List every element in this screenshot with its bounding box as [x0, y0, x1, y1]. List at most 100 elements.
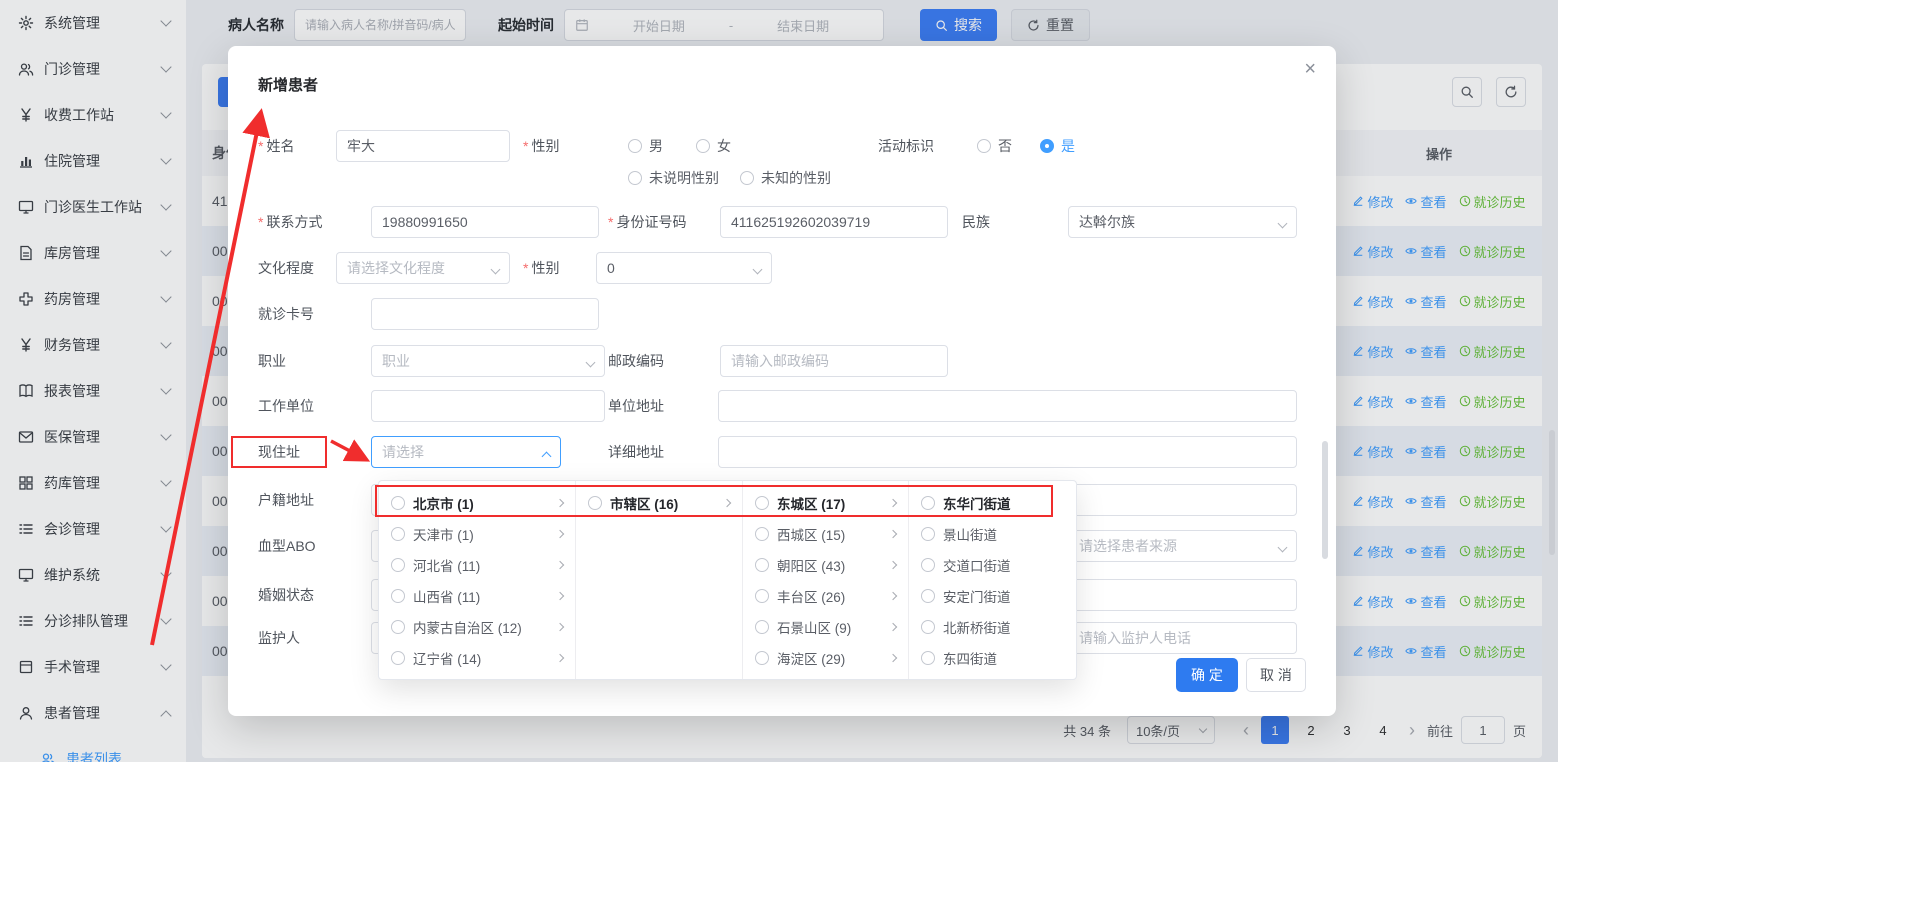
- cascader-street-option[interactable]: 东四街道: [909, 642, 1076, 673]
- cascader-district-option[interactable]: 东城区 (17): [743, 487, 908, 518]
- contact-input[interactable]: [371, 206, 599, 238]
- chevron-right-icon: [889, 498, 897, 506]
- chevron-down-icon: [1278, 543, 1288, 553]
- radio-icon: [391, 589, 405, 603]
- name-input[interactable]: [336, 130, 510, 162]
- cascader-province-option[interactable]: 河北省 (11): [379, 549, 575, 580]
- chevron-right-icon: [723, 498, 731, 506]
- work-unit-input[interactable]: [371, 390, 605, 422]
- cascader-city-option[interactable]: 市辖区 (16): [576, 487, 742, 518]
- cascader-district-option[interactable]: 海淀区 (29): [743, 642, 908, 673]
- cascader-street-column: 东华门街道 景山街道 交道口街道 安定门街道 北新桥街道 东四街道: [909, 481, 1076, 679]
- unit-address-label: 单位地址: [608, 390, 664, 422]
- gender-label: *性别: [523, 130, 559, 162]
- radio-icon: [921, 589, 935, 603]
- chevron-right-icon: [556, 591, 564, 599]
- postal-code-label: 邮政编码: [608, 345, 664, 377]
- radio-icon: [755, 589, 769, 603]
- id-number-input[interactable]: [720, 206, 948, 238]
- cascader-province-option[interactable]: 北京市 (1): [379, 487, 575, 518]
- id-number-label: *身份证号码: [608, 206, 686, 238]
- modal-scrollbar-thumb[interactable]: [1322, 441, 1328, 559]
- education-label: 文化程度: [258, 252, 314, 284]
- radio-icon: [921, 620, 935, 634]
- chevron-right-icon: [556, 498, 564, 506]
- guardian-phone-input[interactable]: [1068, 622, 1297, 654]
- radio-icon: [391, 527, 405, 541]
- radio-icon: [588, 496, 602, 510]
- cascader-street-option[interactable]: 景山街道: [909, 518, 1076, 549]
- gender-code-label: *性别: [523, 252, 559, 284]
- ethnicity-label: 民族: [962, 206, 990, 238]
- cascader-province-option[interactable]: 辽宁省 (14): [379, 642, 575, 673]
- chevron-right-icon: [889, 529, 897, 537]
- chevron-right-icon: [556, 560, 564, 568]
- confirm-button[interactable]: 确 定: [1176, 658, 1238, 692]
- radio-icon: [755, 496, 769, 510]
- patient-source-select[interactable]: 请选择患者来源: [1068, 530, 1297, 562]
- marital-extra-input[interactable]: [1068, 579, 1297, 611]
- contact-label: *联系方式: [258, 206, 322, 238]
- cascader-street-option[interactable]: 东华门街道: [909, 487, 1076, 518]
- cascader-district-option[interactable]: 石景山区 (9): [743, 611, 908, 642]
- radio-icon: [391, 558, 405, 572]
- cascader-province-option[interactable]: 山西省 (11): [379, 580, 575, 611]
- gender-radio-male[interactable]: 男: [628, 130, 663, 162]
- marital-status-label: 婚姻状态: [258, 579, 314, 611]
- current-address-label: 现住址: [258, 436, 300, 468]
- gender-radio-unknown[interactable]: 未知的性别: [740, 162, 831, 194]
- chevron-up-icon: [542, 452, 552, 462]
- occupation-select[interactable]: 职业: [371, 345, 605, 377]
- cancel-button[interactable]: 取 消: [1246, 658, 1306, 692]
- cascader-city-column: 市辖区 (16): [576, 481, 743, 679]
- address-cascader-dropdown: 北京市 (1) 天津市 (1) 河北省 (11) 山西省 (11) 内蒙古自治区…: [378, 480, 1077, 680]
- chevron-down-icon: [1278, 219, 1288, 229]
- work-unit-label: 工作单位: [258, 390, 314, 422]
- blood-type-label: 血型ABO: [258, 530, 316, 562]
- cascader-district-option[interactable]: 朝阳区 (43): [743, 549, 908, 580]
- gender-radio-unstated[interactable]: 未说明性别: [628, 162, 719, 194]
- cascader-street-option[interactable]: 安定门街道: [909, 580, 1076, 611]
- active-flag-label: 活动标识: [878, 130, 934, 162]
- ethnicity-select[interactable]: 达斡尔族: [1068, 206, 1297, 238]
- chevron-right-icon: [889, 560, 897, 568]
- cascader-district-option[interactable]: 丰台区 (26): [743, 580, 908, 611]
- cascader-street-option[interactable]: 交道口街道: [909, 549, 1076, 580]
- radio-icon: [391, 496, 405, 510]
- active-flag-radio-no[interactable]: 否: [977, 130, 1012, 162]
- radio-icon: [755, 527, 769, 541]
- unit-address-input[interactable]: [718, 390, 1297, 422]
- chevron-down-icon: [491, 265, 501, 275]
- cascader-district-option[interactable]: 西城区 (15): [743, 518, 908, 549]
- cascader-province-column: 北京市 (1) 天津市 (1) 河北省 (11) 山西省 (11) 内蒙古自治区…: [379, 481, 576, 679]
- radio-icon: [391, 651, 405, 665]
- radio-icon: [921, 558, 935, 572]
- app-window: 系统管理 门诊管理 收费工作站 住院管理 门诊医生工作站 库房管理 药房管理 财…: [0, 0, 1558, 762]
- guardian-label: 监护人: [258, 622, 300, 654]
- dialog-title: 新增患者: [258, 74, 318, 95]
- cascader-province-option[interactable]: 内蒙古自治区 (12): [379, 611, 575, 642]
- scrollbar-thumb[interactable]: [1549, 430, 1555, 555]
- gender-radio-female[interactable]: 女: [696, 130, 731, 162]
- cascader-province-option[interactable]: 天津市 (1): [379, 518, 575, 549]
- household-extra-input[interactable]: [1068, 484, 1297, 516]
- current-address-select[interactable]: 请选择: [371, 436, 561, 468]
- active-flag-radio-yes[interactable]: 是: [1040, 130, 1075, 162]
- postal-code-input[interactable]: [720, 345, 948, 377]
- visit-card-label: 就诊卡号: [258, 298, 314, 330]
- radio-icon: [391, 620, 405, 634]
- radio-icon: [755, 651, 769, 665]
- radio-icon: [755, 620, 769, 634]
- cascader-district-column: 东城区 (17) 西城区 (15) 朝阳区 (43) 丰台区 (26) 石景山区…: [743, 481, 909, 679]
- education-select[interactable]: 请选择文化程度: [336, 252, 510, 284]
- gender-code-select[interactable]: 0: [596, 252, 772, 284]
- household-address-label: 户籍地址: [258, 484, 314, 516]
- cascader-street-option[interactable]: 北新桥街道: [909, 611, 1076, 642]
- chevron-right-icon: [889, 622, 897, 630]
- visit-card-input[interactable]: [371, 298, 599, 330]
- close-icon[interactable]: ×: [1304, 58, 1316, 81]
- chevron-right-icon: [889, 653, 897, 661]
- detail-address-label: 详细地址: [608, 436, 664, 468]
- radio-icon: [755, 558, 769, 572]
- detail-address-input[interactable]: [718, 436, 1297, 468]
